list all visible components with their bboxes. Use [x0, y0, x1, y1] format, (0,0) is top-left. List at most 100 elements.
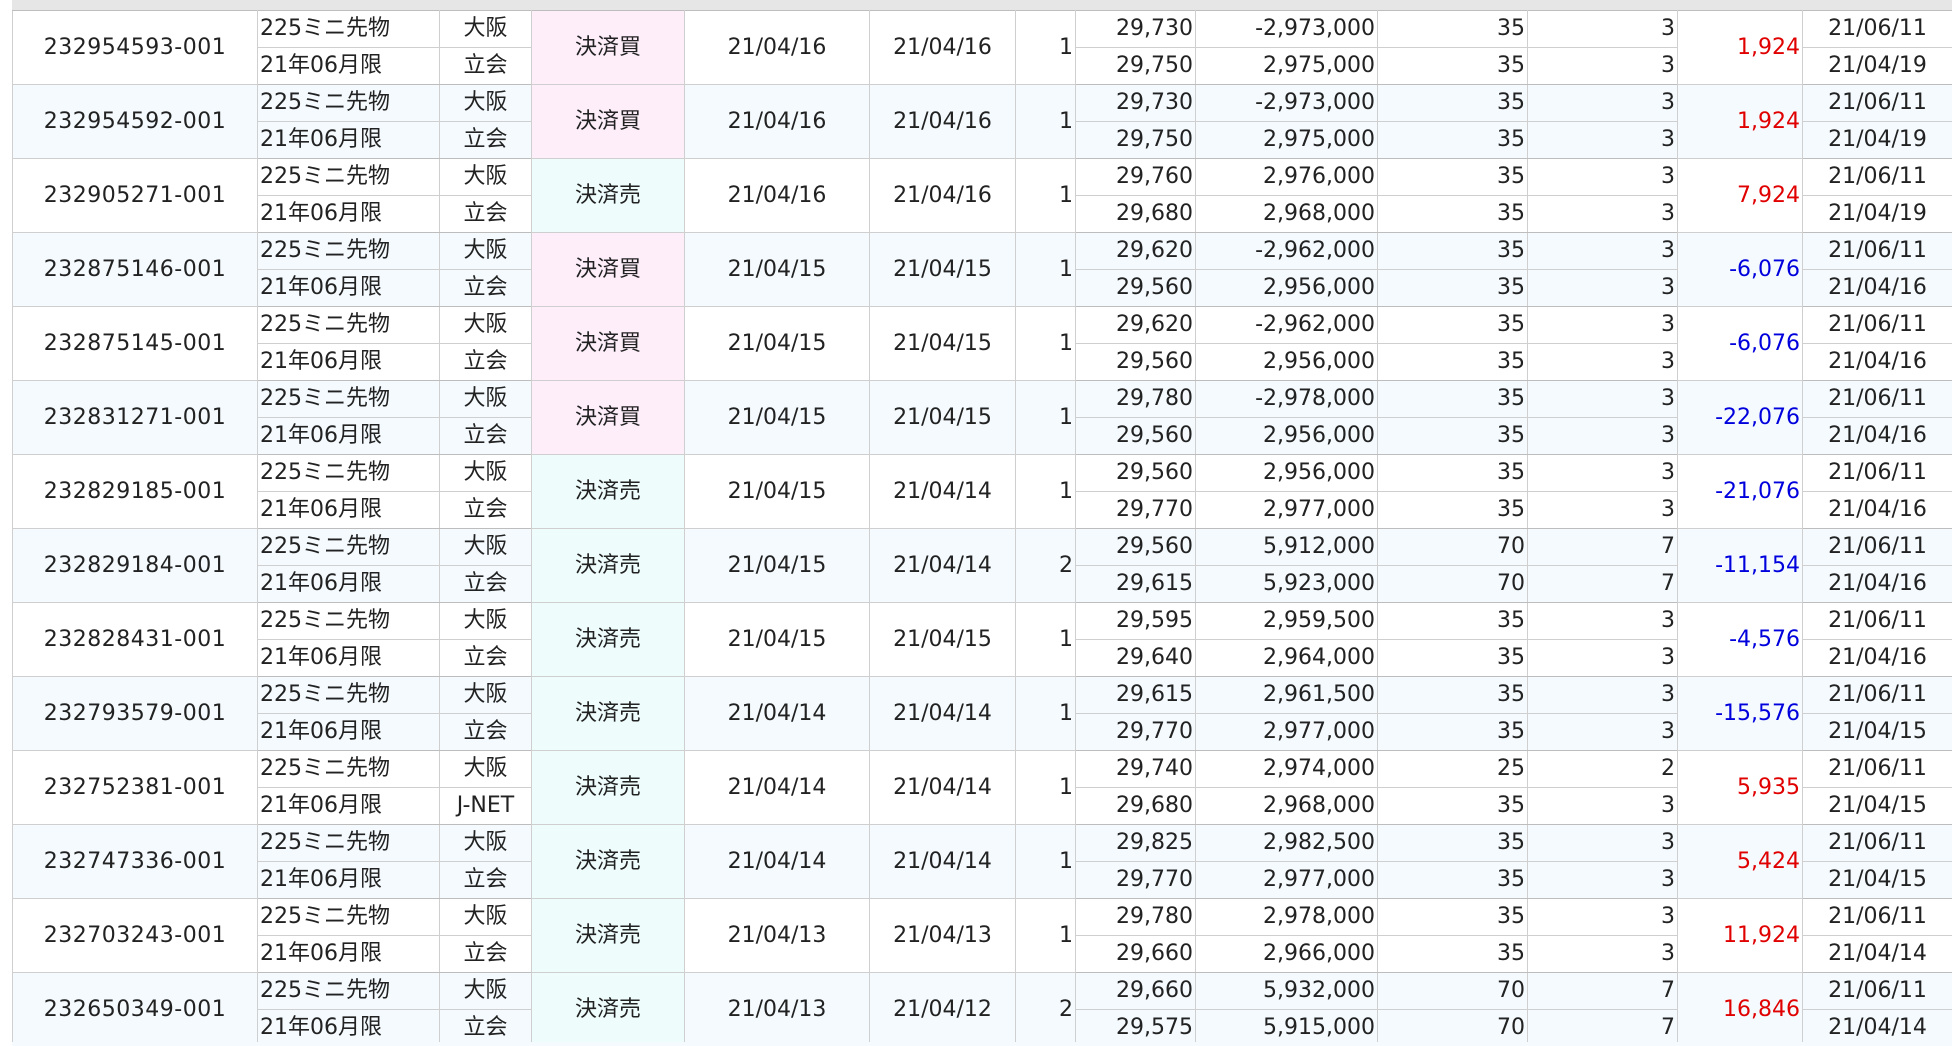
trade-kind-cell: 決済売	[531, 898, 685, 973]
open-date-cell: 21/04/14	[869, 454, 1016, 529]
fee-cell: 35	[1377, 10, 1528, 48]
amount-cell: 5,912,000	[1195, 528, 1378, 566]
product-name-cell: 225ミニ先物	[257, 306, 440, 344]
table-row: 232875146-001 225ミニ先物 大阪 決済買 21/04/15 21/04/1…	[12, 232, 1952, 307]
profit-loss-cell: 16,846	[1677, 972, 1803, 1046]
trade-id-cell[interactable]: 232650349-001	[12, 972, 258, 1046]
contract-month-cell: 21年06月限	[257, 565, 440, 603]
table-row: 232747336-001 225ミニ先物 大阪 決済売 21/04/14 21/04/1…	[12, 824, 1952, 899]
trade-id-cell[interactable]: 232831271-001	[12, 380, 258, 455]
trade-id-cell[interactable]: 232747336-001	[12, 824, 258, 899]
table-continuation	[12, 1042, 1952, 1046]
table-row: 232828431-001 225ミニ先物 大阪 決済売 21/04/15 21/04/1…	[12, 602, 1952, 677]
contract-month-cell: 21年06月限	[257, 1009, 440, 1046]
fee-cell: 35	[1377, 417, 1528, 455]
trade-id-cell[interactable]: 232954592-001	[12, 84, 258, 159]
product-name-cell: 225ミニ先物	[257, 972, 440, 1010]
tax-cell: 3	[1527, 676, 1678, 714]
trading-venue-cell: 立会	[439, 565, 532, 603]
tax-cell: 7	[1527, 528, 1678, 566]
quantity-cell: 2	[1015, 528, 1076, 603]
amount-cell: 2,961,500	[1195, 676, 1378, 714]
tax-cell: 3	[1527, 824, 1678, 862]
fee-cell: 35	[1377, 639, 1528, 677]
trade-id-cell[interactable]: 232829185-001	[12, 454, 258, 529]
trade-kind-cell: 決済買	[531, 232, 685, 307]
tax-cell: 3	[1527, 84, 1678, 122]
amount-cell: 2,975,000	[1195, 121, 1378, 159]
trade-history-page: 232954593-001 225ミニ先物 大阪 決済買 21/04/16 21/04/1…	[0, 0, 1952, 1046]
tax-cell: 3	[1527, 10, 1678, 48]
trade-id-cell[interactable]: 232829184-001	[12, 528, 258, 603]
tax-cell: 3	[1527, 47, 1678, 85]
price-cell: 29,780	[1075, 898, 1196, 936]
open-date-cell: 21/04/16	[869, 10, 1016, 85]
trade-id-cell[interactable]: 232703243-001	[12, 898, 258, 973]
expiry-date-cell: 21/06/11	[1802, 380, 1952, 418]
price-cell: 29,595	[1075, 602, 1196, 640]
market-cell: 大阪	[439, 602, 532, 640]
tax-cell: 3	[1527, 306, 1678, 344]
expiry-date-cell: 21/06/11	[1802, 158, 1952, 196]
amount-cell: 2,977,000	[1195, 491, 1378, 529]
tax-cell: 3	[1527, 454, 1678, 492]
trade-kind-cell: 決済売	[531, 158, 685, 233]
profit-loss-cell: -6,076	[1677, 306, 1803, 381]
expiry-date-cell: 21/06/11	[1802, 528, 1952, 566]
price-cell: 29,680	[1075, 195, 1196, 233]
expiry-date-cell: 21/06/11	[1802, 602, 1952, 640]
contract-month-cell: 21年06月限	[257, 195, 440, 233]
profit-loss-cell: -4,576	[1677, 602, 1803, 677]
market-cell: 大阪	[439, 528, 532, 566]
settlement-date-cell: 21/04/15	[1802, 713, 1952, 751]
tax-cell: 3	[1527, 195, 1678, 233]
open-date-cell: 21/04/16	[869, 84, 1016, 159]
market-cell: 大阪	[439, 972, 532, 1010]
trade-kind-cell: 決済買	[531, 10, 685, 85]
trade-id-cell[interactable]: 232875146-001	[12, 232, 258, 307]
amount-cell: -2,978,000	[1195, 380, 1378, 418]
open-date-cell: 21/04/15	[869, 602, 1016, 677]
amount-cell: 2,959,500	[1195, 602, 1378, 640]
profit-loss-cell: 7,924	[1677, 158, 1803, 233]
product-name-cell: 225ミニ先物	[257, 232, 440, 270]
table-row: 232954593-001 225ミニ先物 大阪 決済買 21/04/16 21/04/1…	[12, 10, 1952, 85]
table-row: 232752381-001 225ミニ先物 大阪 決済売 21/04/14 21/04/1…	[12, 750, 1952, 825]
settlement-date-cell: 21/04/15	[1802, 787, 1952, 825]
expiry-date-cell: 21/06/11	[1802, 676, 1952, 714]
fee-cell: 35	[1377, 380, 1528, 418]
trade-date-cell: 21/04/15	[684, 528, 870, 603]
price-cell: 29,620	[1075, 232, 1196, 270]
trade-id-cell[interactable]: 232828431-001	[12, 602, 258, 677]
fee-cell: 35	[1377, 306, 1528, 344]
amount-cell: 2,977,000	[1195, 861, 1378, 899]
tax-cell: 3	[1527, 898, 1678, 936]
trade-id-cell[interactable]: 232793579-001	[12, 676, 258, 751]
fee-cell: 35	[1377, 232, 1528, 270]
fee-cell: 35	[1377, 269, 1528, 307]
open-date-cell: 21/04/15	[869, 380, 1016, 455]
trade-id-cell[interactable]: 232752381-001	[12, 750, 258, 825]
price-cell: 29,770	[1075, 491, 1196, 529]
trade-id-cell[interactable]: 232954593-001	[12, 10, 258, 85]
settlement-date-cell: 21/04/19	[1802, 195, 1952, 233]
open-date-cell: 21/04/16	[869, 158, 1016, 233]
price-cell: 29,770	[1075, 713, 1196, 751]
product-name-cell: 225ミニ先物	[257, 750, 440, 788]
profit-loss-cell: 5,424	[1677, 824, 1803, 899]
trading-venue-cell: 立会	[439, 47, 532, 85]
open-date-cell: 21/04/14	[869, 676, 1016, 751]
trade-id-cell[interactable]: 232875145-001	[12, 306, 258, 381]
expiry-date-cell: 21/06/11	[1802, 750, 1952, 788]
settlement-date-cell: 21/04/19	[1802, 121, 1952, 159]
amount-cell: -2,973,000	[1195, 84, 1378, 122]
profit-loss-cell: -21,076	[1677, 454, 1803, 529]
trade-kind-cell: 決済買	[531, 306, 685, 381]
amount-cell: 2,975,000	[1195, 47, 1378, 85]
profit-loss-cell: 11,924	[1677, 898, 1803, 973]
product-name-cell: 225ミニ先物	[257, 676, 440, 714]
trade-id-cell[interactable]: 232905271-001	[12, 158, 258, 233]
fee-cell: 35	[1377, 491, 1528, 529]
profit-loss-cell: 1,924	[1677, 10, 1803, 85]
table-row: 232703243-001 225ミニ先物 大阪 決済売 21/04/13 21/04/1…	[12, 898, 1952, 973]
